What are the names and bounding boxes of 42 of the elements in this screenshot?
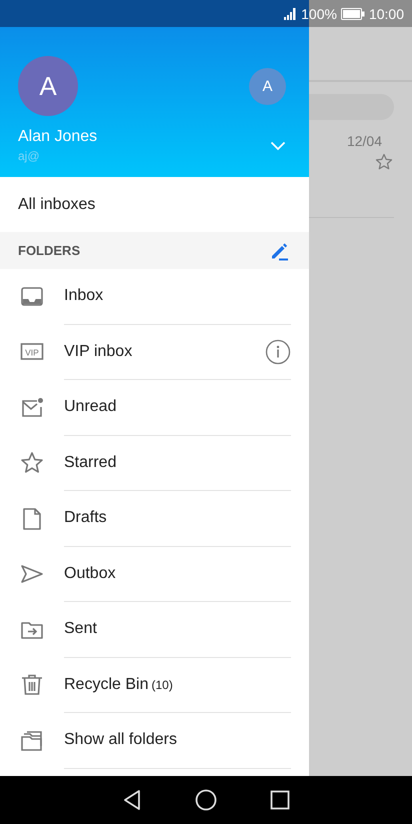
document-icon bbox=[20, 506, 44, 531]
folder-item[interactable]: Starred bbox=[0, 436, 309, 491]
folder-label: Starred bbox=[64, 454, 116, 472]
folder-item[interactable]: Inbox bbox=[0, 269, 309, 324]
star-icon[interactable] bbox=[375, 153, 393, 171]
home-icon[interactable] bbox=[194, 789, 217, 811]
message-date: 12/04 bbox=[346, 133, 382, 149]
folder-label: Unread bbox=[64, 398, 116, 416]
search-field[interactable] bbox=[309, 94, 394, 120]
folder-label: Drafts bbox=[64, 509, 107, 528]
folder-label: Sent bbox=[64, 620, 97, 638]
folder-item[interactable]: Show all folders bbox=[0, 713, 309, 768]
folders-icon bbox=[20, 728, 44, 753]
folder-item[interactable]: Unread bbox=[0, 380, 309, 436]
section-title: FOLDERS bbox=[18, 243, 80, 258]
folder-label: Recycle Bin bbox=[64, 676, 148, 694]
folder-label: Show all folders bbox=[64, 731, 177, 750]
folder-count: (10) bbox=[151, 678, 173, 692]
star-icon bbox=[20, 451, 44, 476]
folder-item[interactable]: Sent bbox=[0, 602, 309, 658]
folder-label: Inbox bbox=[64, 287, 104, 306]
tray-icon bbox=[20, 284, 44, 309]
folder-item[interactable]: Outbox bbox=[0, 546, 309, 602]
chevron-down-icon[interactable] bbox=[270, 140, 286, 150]
folder-label: VIP inbox bbox=[64, 342, 132, 361]
edit-icon[interactable] bbox=[269, 240, 289, 260]
all-inboxes-item[interactable]: All inboxes bbox=[0, 177, 309, 232]
account-name: Alan Jones bbox=[18, 128, 98, 146]
folder-item[interactable]: Drafts bbox=[0, 491, 309, 546]
back-icon[interactable] bbox=[122, 789, 142, 811]
envelope-dot-icon bbox=[20, 396, 44, 420]
folder-item[interactable]: Recycle Bin (10) bbox=[0, 658, 309, 713]
battery-icon bbox=[340, 8, 365, 20]
info-icon[interactable] bbox=[265, 338, 291, 365]
account-email: aj@ bbox=[18, 149, 41, 163]
recents-icon[interactable] bbox=[270, 790, 290, 810]
folder-item[interactable]: VIP VIP inbox bbox=[0, 324, 309, 380]
signal-icon bbox=[283, 8, 298, 20]
clock: 10:00 bbox=[368, 6, 404, 22]
folder-label: Outbox bbox=[64, 564, 116, 583]
trash-icon bbox=[20, 673, 44, 698]
account-avatar[interactable]: A bbox=[18, 56, 78, 116]
